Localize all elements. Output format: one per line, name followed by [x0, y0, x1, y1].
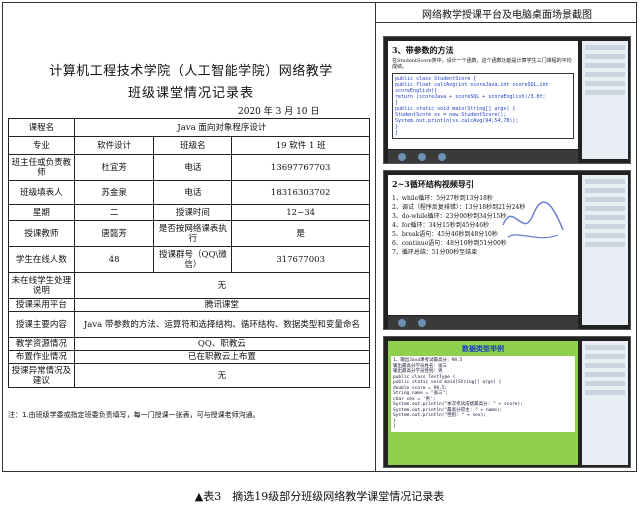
screenshots-title: 网络教学授课平台及电脑桌面场景截图: [422, 10, 592, 21]
content-value: Java 带参数的方法、运算符和选择结构、循环结构、数据类型和变量命名: [73, 311, 371, 338]
table-row: 星期 二 授课时间 12~34: [8, 204, 370, 221]
code-line: }: [393, 424, 396, 429]
table-row: 专业 软件设计 班级名 19 软件 1 班: [8, 136, 370, 155]
monitor-label: 班主任或负责教师: [8, 154, 75, 181]
code-block: public class StudentScore { public float…: [392, 73, 574, 139]
homework-value: 已在职教云上布置: [73, 350, 371, 364]
absent-value: 无: [73, 272, 371, 299]
resource-label: 教学资源情况: [8, 337, 75, 351]
toolbar-icon: [438, 153, 446, 161]
table-row: 授课主要内容 Java 带参数的方法、运算符和选择结构、循环结构、数据类型和变量…: [8, 311, 371, 338]
toolbar-icon: [398, 153, 406, 161]
title-separator: [375, 22, 637, 23]
course-value: Java 面向对象程序设计: [73, 118, 371, 137]
major-label: 专业: [8, 136, 75, 155]
slide-bullet: 在StudentScore类中，设计一个函数，这个函数功能是计算学生三门课程的平…: [392, 58, 572, 70]
toolbar-icon: [398, 319, 406, 327]
table-row: 课程名 Java 面向对象程序设计: [8, 118, 371, 137]
absent-label: 未在线学生处理说明: [8, 272, 75, 299]
homework-label: 布置作业情况: [8, 350, 75, 364]
issue-label: 授课异常情况及建议: [8, 363, 75, 388]
table-row: 班级填表人 苏金泉 电话 18316303702: [8, 180, 370, 205]
class-value: 19 软件 1 班: [231, 136, 370, 155]
platform-value: 腾讯课堂: [73, 298, 371, 312]
column-divider: [375, 2, 376, 472]
online-label: 学生在线人数: [8, 246, 75, 273]
teacher-label: 授课教师: [8, 220, 75, 247]
monitor-name: 杜宜芳: [73, 154, 155, 181]
teacher-value: 唐懿芳: [73, 220, 155, 247]
form-date: 2020 年 3 月 10 日: [238, 107, 320, 117]
code-line: public float calcAvg(int scoreJava,int s…: [395, 82, 549, 94]
table-row: 授课采用平台 腾讯课堂: [8, 298, 371, 312]
filler-label: 班级填表人: [8, 180, 75, 205]
slide-loops: 2~3循环结构视频导引 1、while循环：5分27秒到13分18秒 2、调试（…: [388, 175, 578, 315]
list-item: 7、循环总结：51分00秒至结束: [392, 249, 478, 256]
table-row: 授课教师 唐懿芳 是否按网络课表执行 是: [8, 220, 370, 247]
code-block: 1、输出Java课考试最高分：98.5 输出最高分学员姓名：张三 输出最高分学员…: [391, 356, 575, 432]
slide-methods: 3、带参数的方法 在StudentScore类中，设计一个函数，这个函数功能是计…: [388, 41, 578, 149]
monitor-phone: 13697767703: [231, 154, 370, 181]
slide-datatypes: 数据类型举例 1、输出Java课考试最高分：98.5 输出最高分学员姓名：张三 …: [388, 341, 578, 465]
code-line: return (scoreJava + scoreSQL + scoreEngl…: [395, 94, 546, 100]
record-table: 课程名 Java 面向对象程序设计 专业 软件设计 班级名 19 软件 1 班 …: [8, 118, 371, 388]
slide-heading: 3、带参数的方法: [392, 45, 454, 55]
class-label: 班级名: [153, 136, 233, 155]
desktop-screenshot-2: 2~3循环结构视频导引 1、while循环：5分27秒到13分18秒 2、调试（…: [383, 170, 631, 330]
time-label: 授课时间: [153, 204, 233, 221]
toolbar-strip: [388, 316, 578, 329]
slide-heading: 数据类型举例: [462, 344, 504, 353]
desktop-screenshot-1: 3、带参数的方法 在StudentScore类中，设计一个函数，这个函数功能是计…: [383, 36, 631, 164]
online-value: 48: [73, 246, 155, 273]
table-row: 教学资源情况 QQ、职教云: [8, 337, 371, 351]
time-value: 12~34: [231, 204, 370, 221]
handwriting-annotation: [502, 201, 564, 239]
toolbar-icon: [418, 319, 426, 327]
toolbar-icon: [418, 153, 426, 161]
code-line: }: [395, 130, 399, 136]
phone-label: 电话: [153, 180, 233, 205]
group-value: 317677003: [231, 246, 370, 273]
table-row: 班主任或负责教师 杜宜芳 电话 13697767703: [8, 154, 370, 181]
slide-heading: 2~3循环结构视频导引: [392, 179, 474, 189]
major-value: 软件设计: [73, 136, 155, 155]
desktop-screenshot-3: 数据类型举例 1、输出Java课考试最高分：98.5 输出最高分学员姓名：张三 …: [383, 336, 631, 468]
chat-sidebar: [582, 341, 628, 465]
phone-label: 电话: [153, 154, 233, 181]
table-row: 未在线学生处理说明 无: [8, 272, 371, 299]
weekday-label: 星期: [8, 204, 75, 221]
course-label: 课程名: [8, 118, 75, 137]
resource-value: QQ、职教云: [73, 337, 371, 351]
table-row: 授课异常情况及建议 无: [8, 363, 371, 388]
group-label: 授课群号（QQ\微信）: [153, 246, 233, 273]
form-title: 计算机工程技术学院（人工智能学院）网络教学: [49, 64, 333, 79]
form-subtitle: 班级课堂情况记录表: [127, 86, 254, 101]
issue-value: 无: [73, 363, 371, 388]
platform-label: 授课采用平台: [8, 298, 75, 312]
table-row: 学生在线人数 48 授课群号（QQ\微信） 317677003: [8, 246, 370, 273]
footnote: 注：1.由班级学委或指定班委负责填写，每一门授课一张表，可与授课老师沟通。: [8, 411, 260, 419]
chat-sidebar: [582, 41, 628, 159]
chat-sidebar: [582, 175, 628, 325]
content-label: 授课主要内容: [8, 311, 75, 338]
filler-phone: 18316303702: [231, 180, 370, 205]
schedule-value: 是: [231, 220, 370, 247]
filler-name: 苏金泉: [73, 180, 155, 205]
toolbar-strip: [388, 150, 578, 163]
table-caption: ▲表3 摘选19级部分班级网络教学课堂情况记录表: [194, 490, 445, 503]
schedule-label: 是否按网络课表执行: [153, 220, 233, 247]
table-row: 布置作业情况 已在职教云上布置: [8, 350, 371, 364]
weekday-value: 二: [73, 204, 155, 221]
